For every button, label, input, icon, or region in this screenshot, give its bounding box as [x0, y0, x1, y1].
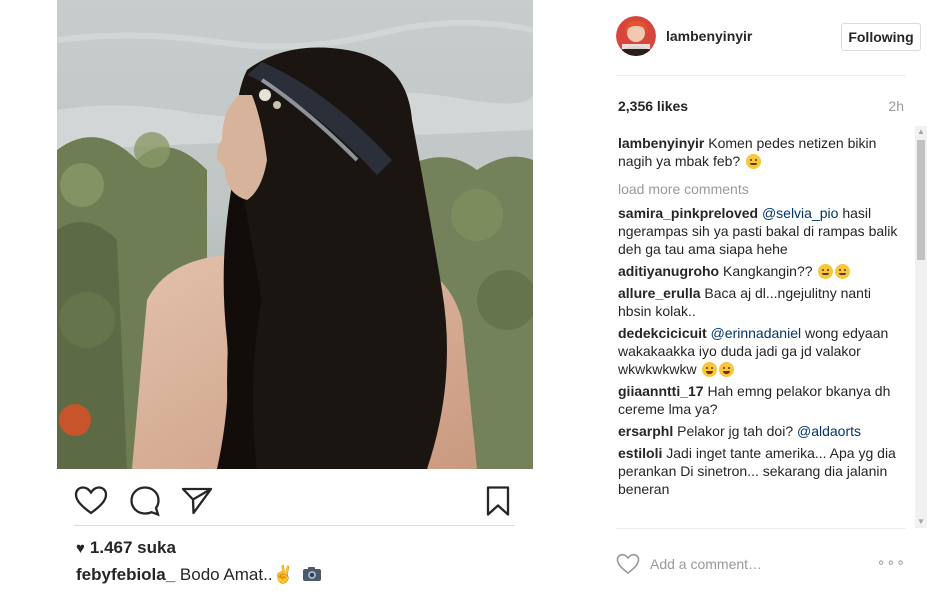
add-comment-input[interactable] — [650, 554, 860, 574]
divider — [616, 75, 906, 76]
joy-emoji-icon — [719, 362, 735, 377]
divider — [74, 525, 515, 526]
comment-text: Kangkangin?? — [723, 263, 817, 279]
scroll-thumb[interactable] — [917, 140, 925, 260]
comment-username[interactable]: estiloli — [618, 445, 662, 461]
comment-username[interactable]: allure_erulla — [618, 285, 701, 301]
comments-scrollbar[interactable]: ▲ ▼ — [915, 126, 927, 528]
scroll-up-arrow-icon[interactable]: ▲ — [915, 126, 927, 138]
sad-emoji-icon — [818, 264, 834, 279]
divider — [616, 528, 906, 529]
yum-emoji-icon — [746, 154, 762, 169]
comment-mention[interactable]: @erinnadaniel — [711, 325, 802, 341]
comment-username[interactable]: ersarphl — [618, 423, 673, 439]
comment-text: Pelakor jg tah doi? — [677, 423, 797, 439]
repost-like-count[interactable]: ♥ 1.467 suka — [76, 538, 176, 558]
more-options-icon[interactable]: ∘∘∘ — [877, 554, 906, 571]
list-item: ersarphl Pelakor jg tah doi? @aldaorts — [618, 422, 908, 440]
bookmark-icon[interactable] — [481, 484, 515, 518]
comments-panel: lambenyinyir Following 2,356 likes 2h la… — [600, 0, 927, 593]
like-heart-icon[interactable] — [616, 552, 640, 576]
list-item: dedekcicicuit @erinnadaniel wong edyaan … — [618, 324, 908, 378]
comment-username[interactable]: aditiyanugroho — [618, 263, 719, 279]
comment-username[interactable]: dedekcicicuit — [618, 325, 707, 341]
list-item: aditiyanugroho Kangkangin?? — [618, 262, 908, 280]
list-item: allure_erulla Baca aj dl...ngejulitny na… — [618, 284, 908, 320]
post-header: lambenyinyir Following — [616, 14, 921, 60]
comment-username[interactable]: giiaanntti_17 — [618, 383, 704, 399]
owner-username[interactable]: lambenyinyir — [666, 28, 752, 44]
repost-caption: febyfebiola_ Bodo Amat..✌️ — [76, 565, 322, 585]
repost-likes-text: 1.467 suka — [89, 538, 176, 557]
comment-mention[interactable]: @aldaorts — [797, 423, 861, 439]
list-item: giiaanntti_17 Hah emng pelakor bkanya dh… — [618, 382, 908, 418]
following-button[interactable]: Following — [841, 23, 921, 51]
avatar[interactable] — [616, 16, 656, 56]
post-photo[interactable] — [57, 0, 533, 469]
likes-row: 2,356 likes 2h — [618, 98, 906, 116]
list-item: estiloli Jadi inget tante amerika... Apa… — [618, 444, 908, 498]
heart-icon[interactable] — [74, 484, 108, 518]
likes-count[interactable]: 2,356 likes — [618, 98, 688, 114]
comment-mention[interactable]: @selvia_pio — [762, 205, 838, 221]
camera-icon — [302, 566, 322, 582]
comment-username[interactable]: samira_pinkpreloved — [618, 205, 758, 221]
repost-caption-username[interactable]: febyfebiola_ — [76, 565, 175, 584]
list-item: samira_pinkpreloved @selvia_pio hasil ng… — [618, 204, 908, 258]
comment-username[interactable]: lambenyinyir — [618, 135, 704, 151]
repost-card: ♥ 1.467 suka febyfebiola_ Bodo Amat..✌️ — [0, 0, 600, 593]
scroll-down-arrow-icon[interactable]: ▼ — [915, 516, 927, 528]
post-actions — [74, 480, 514, 520]
sad-emoji-icon — [835, 264, 851, 279]
heart-filled-icon: ♥ — [76, 539, 85, 557]
repost-caption-text: Bodo Amat..✌️ — [175, 565, 294, 584]
post-time[interactable]: 2h — [888, 98, 904, 114]
add-comment-row: ∘∘∘ — [616, 550, 906, 578]
comment-icon[interactable] — [128, 484, 162, 518]
comment-list: lambenyinyir Komen pedes netizen bikin n… — [618, 134, 908, 528]
load-more-comments[interactable]: load more comments — [618, 180, 908, 198]
photo-illustration — [57, 0, 533, 469]
joy-emoji-icon — [702, 362, 718, 377]
share-icon[interactable] — [180, 484, 214, 518]
caption-comment: lambenyinyir Komen pedes netizen bikin n… — [618, 134, 908, 170]
